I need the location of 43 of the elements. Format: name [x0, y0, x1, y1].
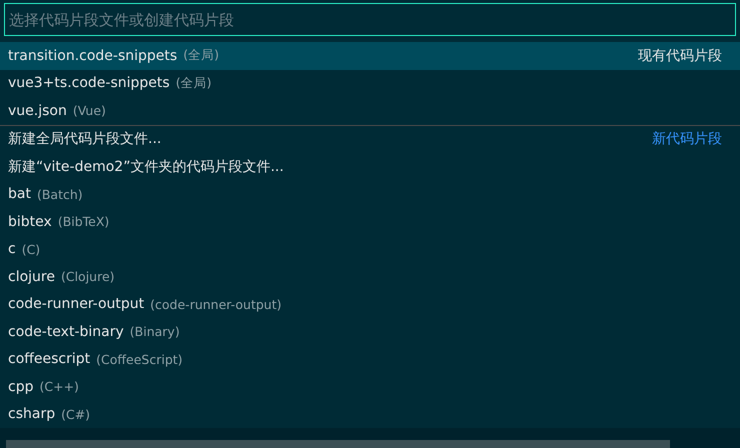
item-name: code-runner-output	[8, 296, 144, 312]
item-name: vue.json	[8, 102, 67, 119]
item-name: coffeescript	[8, 351, 90, 368]
snippet-list-item[interactable]: code-text-binary (Binary)	[0, 318, 740, 346]
snippet-list-item[interactable]: bibtex (BibTeX)	[0, 208, 740, 236]
item-description: (C++)	[39, 379, 79, 394]
snippet-list-item[interactable]: coffeescript (CoffeeScript)	[0, 346, 740, 373]
snippet-list-item[interactable]: 新建全局代码片段文件... 新代码片段	[0, 126, 740, 153]
search-field[interactable]: 选择代码片段文件或创建代码片段	[4, 3, 736, 36]
item-description: (Batch)	[36, 186, 83, 202]
item-name: csharp	[8, 406, 56, 422]
snippet-list-item[interactable]: 新建“vite-demo2”文件夹的代码片段文件...	[0, 153, 740, 180]
snippet-list-item[interactable]: clojure (Clojure)	[0, 263, 740, 290]
item-name: c	[8, 241, 16, 258]
snippet-list-item[interactable]: vue3+ts.code-snippets (全局)	[0, 70, 740, 97]
item-description: (Binary)	[130, 324, 180, 340]
item-description: (全局)	[176, 74, 212, 92]
item-description: (Vue)	[72, 103, 106, 118]
item-name: bat	[8, 186, 31, 202]
item-name: code-text-binary	[8, 324, 124, 340]
item-name: cpp	[8, 378, 34, 395]
item-name: clojure	[8, 268, 55, 285]
snippet-list-item[interactable]: cpp (C++)	[0, 373, 740, 400]
snippet-list-item[interactable]: c (C)	[0, 236, 740, 263]
snippet-list-item[interactable]: csharp (C#)	[0, 400, 740, 428]
item-description: (Clojure)	[60, 269, 115, 284]
item-name: 新建全局代码片段文件...	[8, 130, 162, 148]
item-name: bibtex	[8, 214, 52, 230]
snippet-list-item[interactable]: bat (Batch)	[0, 180, 740, 208]
snippet-list-item[interactable]: transition.code-snippets (全局) 现有代码片段	[0, 42, 740, 70]
item-name: vue3+ts.code-snippets	[8, 75, 170, 92]
group-label: 现有代码片段	[638, 46, 722, 65]
item-description: (C)	[22, 242, 40, 257]
item-description: (C#)	[61, 406, 90, 422]
item-description: (CoffeeScript)	[96, 352, 183, 367]
snippet-list-item[interactable]: code-runner-output (code-runner-output)	[0, 290, 740, 318]
snippet-list-item[interactable]: vue.json (Vue)	[0, 97, 740, 124]
item-description: (BibTeX)	[58, 214, 110, 230]
item-name: transition.code-snippets	[8, 48, 178, 64]
item-name: 新建“vite-demo2”文件夹的代码片段文件...	[8, 158, 284, 176]
item-description: (code-runner-output)	[150, 296, 282, 312]
group-label: 新代码片段	[652, 130, 722, 148]
item-description: (全局)	[183, 47, 219, 64]
